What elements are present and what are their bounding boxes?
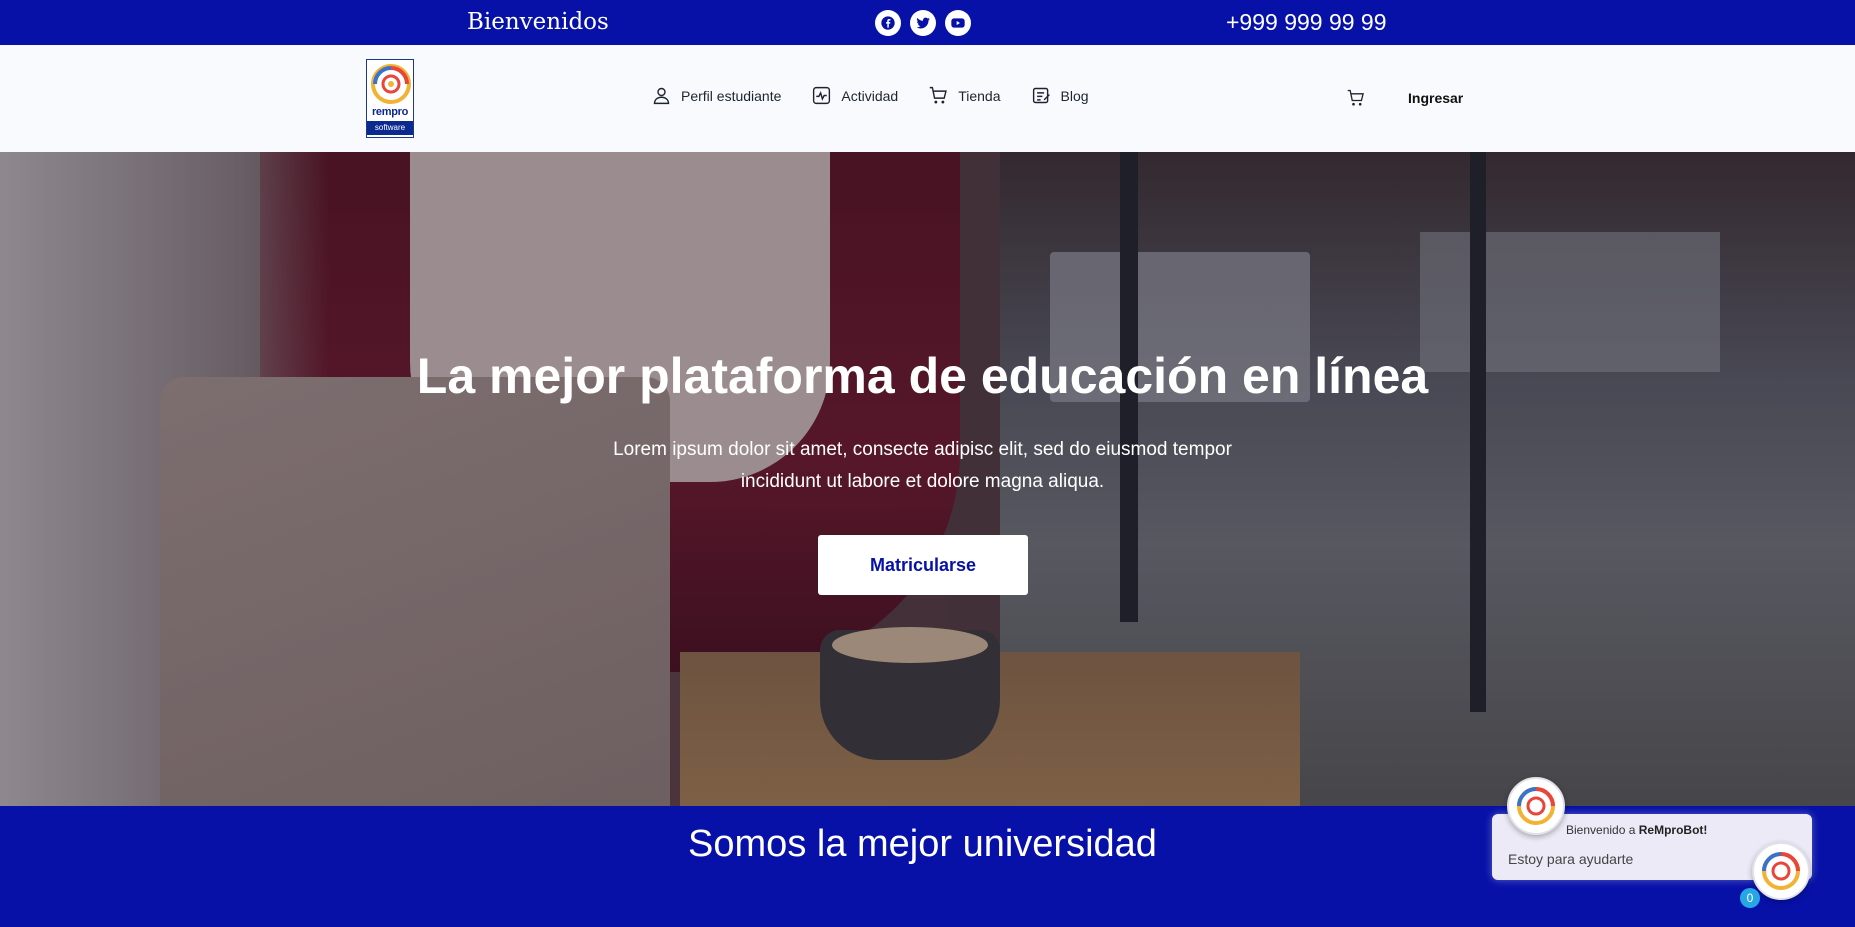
notification-badge: 0 bbox=[1740, 888, 1760, 908]
logo-swirl-icon bbox=[1517, 787, 1555, 825]
chatbot-avatar bbox=[1507, 777, 1565, 835]
main-nav: Perfil estudiante Actividad Tienda Blog bbox=[651, 85, 1119, 106]
nav-label: Actividad bbox=[841, 87, 899, 104]
main-header: rempro software Perfil estudiante Activi… bbox=[0, 45, 1855, 152]
nav-item-perfil-estudiante[interactable]: Perfil estudiante bbox=[651, 85, 781, 106]
nav-item-blog[interactable]: Blog bbox=[1031, 85, 1089, 106]
hero-section: La mejor plataforma de educación en líne… bbox=[0, 152, 1855, 806]
facebook-icon[interactable] bbox=[875, 10, 901, 36]
logo-text: rempro bbox=[371, 106, 409, 118]
chatbot-launcher-button[interactable] bbox=[1752, 842, 1810, 900]
rempro-logo[interactable]: rempro software bbox=[366, 59, 414, 138]
login-link[interactable]: Ingresar bbox=[1408, 90, 1463, 106]
chatbot-welcome: Bienvenido a ReMproBot! bbox=[1566, 823, 1707, 837]
chatbot-welcome-prefix: Bienvenido a bbox=[1566, 823, 1639, 837]
top-bar: Bienvenidos +999 999 99 99 bbox=[0, 0, 1855, 45]
nav-label: Blog bbox=[1060, 87, 1089, 104]
user-icon bbox=[653, 87, 670, 105]
logo-swirl-icon bbox=[371, 64, 411, 104]
logo-swirl-icon bbox=[1762, 852, 1800, 890]
cart-icon[interactable] bbox=[1346, 88, 1366, 108]
phone-number: +999 999 99 99 bbox=[1226, 9, 1387, 35]
twitter-icon[interactable] bbox=[910, 10, 936, 36]
hero-title: La mejor plataforma de educación en líne… bbox=[416, 348, 1429, 404]
chatbot-message: Estoy para ayudarte bbox=[1508, 851, 1634, 867]
nav-item-tienda[interactable]: Tienda bbox=[928, 85, 1001, 106]
social-links bbox=[875, 10, 971, 36]
welcome-text: Bienvenidos bbox=[467, 9, 609, 35]
logo-subtext: software bbox=[367, 121, 413, 135]
chatbot-name: ReMproBot! bbox=[1638, 823, 1708, 837]
cart-icon bbox=[929, 86, 948, 104]
nav-label: Tienda bbox=[958, 87, 1001, 104]
nav-item-actividad[interactable]: Actividad bbox=[811, 85, 898, 106]
hero-subtitle: Lorem ipsum dolor sit amet, consecte adi… bbox=[613, 439, 1232, 492]
activity-icon bbox=[813, 86, 831, 105]
enroll-button[interactable]: Matricularse bbox=[818, 535, 1028, 595]
nav-label: Perfil estudiante bbox=[681, 87, 782, 104]
blog-icon bbox=[1032, 87, 1050, 104]
youtube-icon[interactable] bbox=[945, 10, 971, 36]
